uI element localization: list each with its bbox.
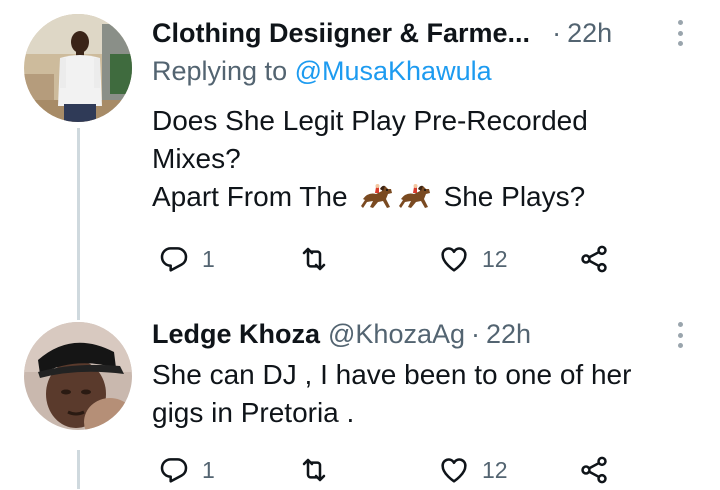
share-icon — [581, 245, 607, 273]
like-button[interactable]: 12 — [438, 450, 508, 490]
display-name[interactable]: Ledge Khoza — [152, 319, 320, 350]
thread-line — [77, 128, 80, 320]
text-line: gigs in Pretoria . — [152, 397, 355, 428]
horse-racing-emoji — [360, 184, 392, 208]
tweet-text: Does She Legit Play Pre-Recorded Mixes? … — [152, 102, 588, 216]
tweet-text: She can DJ , I have been to one of her g… — [152, 356, 631, 432]
text-segment: She Plays? — [443, 181, 586, 212]
separator-dot: · — [471, 318, 481, 349]
timestamp[interactable]: 22h — [486, 319, 531, 350]
horse-racing-emoji — [398, 184, 430, 208]
text-line: Does She Legit Play Pre-Recorded — [152, 105, 588, 136]
heart-icon — [441, 458, 467, 483]
like-button[interactable]: 12 — [438, 239, 508, 279]
share-button[interactable] — [578, 239, 610, 279]
replying-to: Replying to @MusaKhawula — [152, 56, 492, 87]
text-segment: Apart From The — [152, 181, 348, 212]
text-line: Mixes? — [152, 143, 241, 174]
avatar-photo — [24, 14, 132, 122]
tweet-2[interactable]: Ledge Khoza @KhozaAg · 22h She can DJ , … — [0, 319, 720, 490]
share-icon — [581, 456, 607, 484]
more-options-icon[interactable] — [672, 18, 688, 48]
text-line: She can DJ , I have been to one of her — [152, 359, 632, 390]
like-count: 12 — [482, 245, 508, 272]
text-line: Apart From The She Plays? — [152, 178, 588, 216]
replying-prefix: Replying to — [152, 56, 295, 86]
reply-icon — [160, 458, 188, 483]
mention-link[interactable]: @MusaKhawula — [295, 56, 492, 86]
retweet-button[interactable] — [298, 450, 342, 490]
avatar-photo — [24, 322, 132, 430]
action-bar: 1 12 — [152, 239, 632, 279]
tweet-1[interactable]: Clothing Desiigner & Farme... · 22h Repl… — [0, 0, 720, 320]
handle[interactable]: @KhozaAg — [328, 319, 465, 350]
action-bar: 1 12 — [152, 450, 632, 490]
reply-icon — [160, 247, 188, 272]
reply-button[interactable]: 1 — [158, 239, 215, 279]
heart-icon — [441, 247, 467, 272]
timestamp[interactable]: 22h — [567, 18, 612, 49]
tweet-header: Clothing Desiigner & Farme... · 22h — [152, 13, 612, 53]
display-name[interactable]: Clothing Desiigner & Farme... — [152, 18, 530, 49]
tweet-header: Ledge Khoza @KhozaAg · 22h — [152, 314, 531, 354]
retweet-icon — [302, 458, 326, 482]
thread-line — [77, 450, 80, 489]
reply-count: 1 — [202, 456, 215, 483]
separator-dot: · — [552, 17, 562, 48]
reply-count: 1 — [202, 245, 215, 272]
reply-button[interactable]: 1 — [158, 450, 215, 490]
retweet-icon — [302, 247, 326, 271]
more-options-icon[interactable] — [672, 320, 688, 350]
share-button[interactable] — [578, 450, 610, 490]
like-count: 12 — [482, 456, 508, 483]
avatar[interactable] — [24, 322, 132, 430]
avatar[interactable] — [24, 14, 132, 122]
retweet-button[interactable] — [298, 239, 342, 279]
